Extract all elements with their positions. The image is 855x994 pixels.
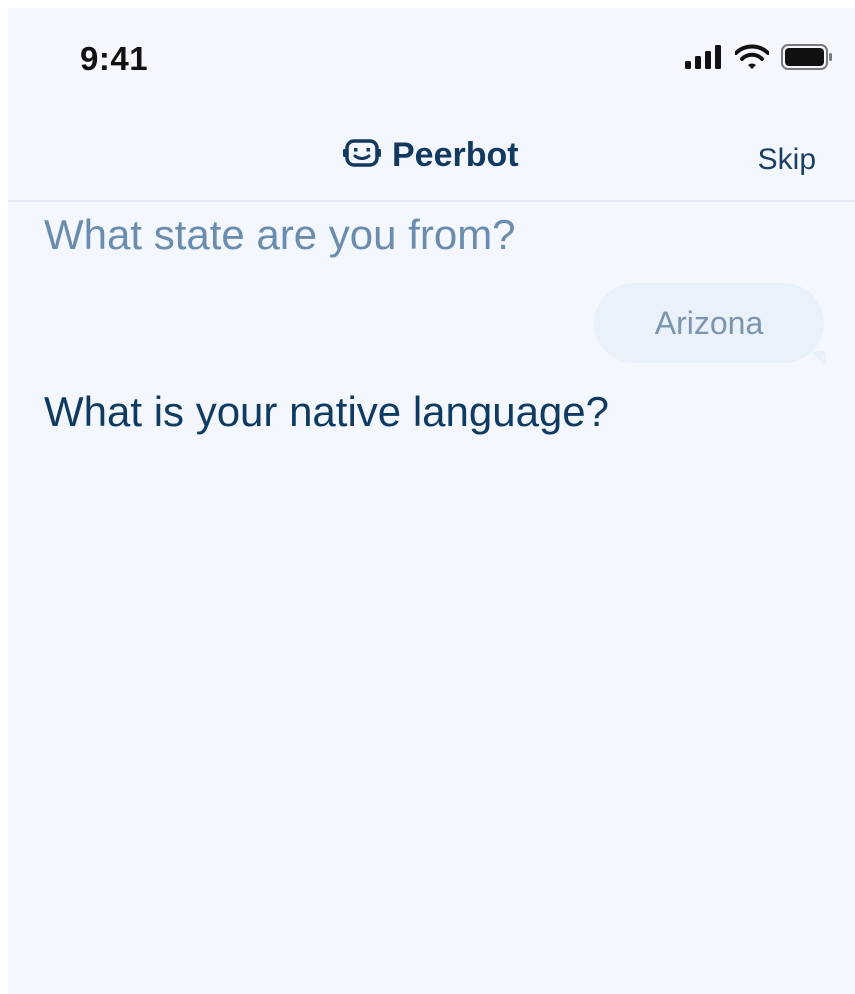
current-question: What is your native language? [44,388,610,435]
answer-bubble-tail [810,351,826,367]
cellular-signal-icon [685,44,723,74]
answer-bubble: Arizona [594,283,826,367]
answer-bubble-body: Arizona [594,283,824,363]
robot-face-icon [342,138,382,173]
status-icons [685,43,833,75]
battery-icon [781,43,833,75]
brand-title: Peerbot [392,136,519,174]
brand: Peerbot [342,136,519,175]
wifi-icon [734,44,770,75]
skip-button[interactable]: Skip [758,143,816,177]
previous-question: What state are you from? [44,211,516,258]
answer-text: Arizona [654,304,764,341]
status-time: 9:41 [80,40,149,77]
app-screen: 9:41 Peerbot Skip What state are you fro… [8,8,855,994]
status-bar: 9:41 [8,8,855,106]
nav-bar: Peerbot Skip [8,106,855,202]
